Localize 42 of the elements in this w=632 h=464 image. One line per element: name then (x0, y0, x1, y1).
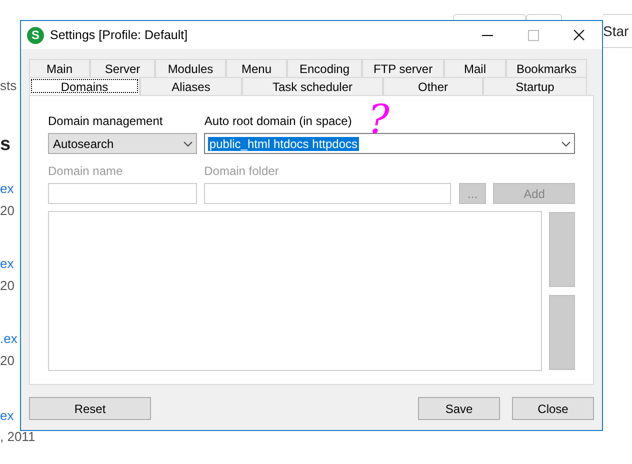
file-link[interactable]: ex (0, 408, 14, 423)
star-button[interactable]: Star (603, 14, 632, 48)
field-label: Domain name (48, 164, 124, 178)
chevron-icon (561, 140, 571, 146)
window-title: Settings [Profile: Default] (50, 28, 189, 42)
domain-management-dropdown[interactable]: Autosearch (48, 133, 198, 154)
page-text: 20 (0, 278, 14, 293)
chevron-icon (183, 140, 194, 146)
page-text: 20 (0, 203, 14, 218)
tab[interactable]: Server (90, 59, 155, 77)
maximize-icon (528, 30, 538, 40)
tab[interactable]: FTP server (362, 59, 444, 77)
file-link[interactable]: .ex (0, 331, 18, 346)
tab[interactable]: Domains (29, 77, 140, 95)
tab[interactable]: Modules (155, 59, 226, 77)
field-label: Domain management (48, 114, 164, 128)
minimize-icon (482, 34, 492, 36)
file-link[interactable]: ex (0, 256, 14, 271)
close-icon (573, 29, 585, 41)
tab[interactable]: Encoding (287, 59, 362, 77)
save-button[interactable]: Save (418, 397, 500, 420)
tab[interactable]: Aliases (140, 77, 242, 95)
tab[interactable]: Bookmarks (506, 59, 587, 77)
tab[interactable]: Startup (483, 77, 587, 95)
page-button[interactable] (453, 14, 526, 20)
section-heading: s (0, 134, 11, 156)
field-label: Auto root domain (in space) (204, 114, 353, 128)
auto-root-domain-combobox[interactable]: public_html htdocs httpdocs (204, 133, 575, 154)
file-link[interactable]: ex (0, 181, 14, 196)
tab[interactable]: Main (29, 59, 90, 77)
tab[interactable]: Mail (444, 59, 506, 77)
app-icon: S (27, 26, 44, 44)
page-text: , 2011 (0, 429, 36, 444)
tab[interactable]: Other (383, 77, 483, 95)
domain-list[interactable] (48, 211, 542, 371)
tab[interactable]: Task scheduler (242, 77, 383, 95)
close-dialog-button[interactable]: Close (512, 397, 594, 420)
page-text: sts (0, 78, 17, 93)
page-text: 20 (0, 353, 14, 368)
field-label: Domain folder (204, 164, 280, 178)
reset-button[interactable]: Reset (29, 397, 151, 420)
tab[interactable]: Menu (226, 59, 287, 77)
